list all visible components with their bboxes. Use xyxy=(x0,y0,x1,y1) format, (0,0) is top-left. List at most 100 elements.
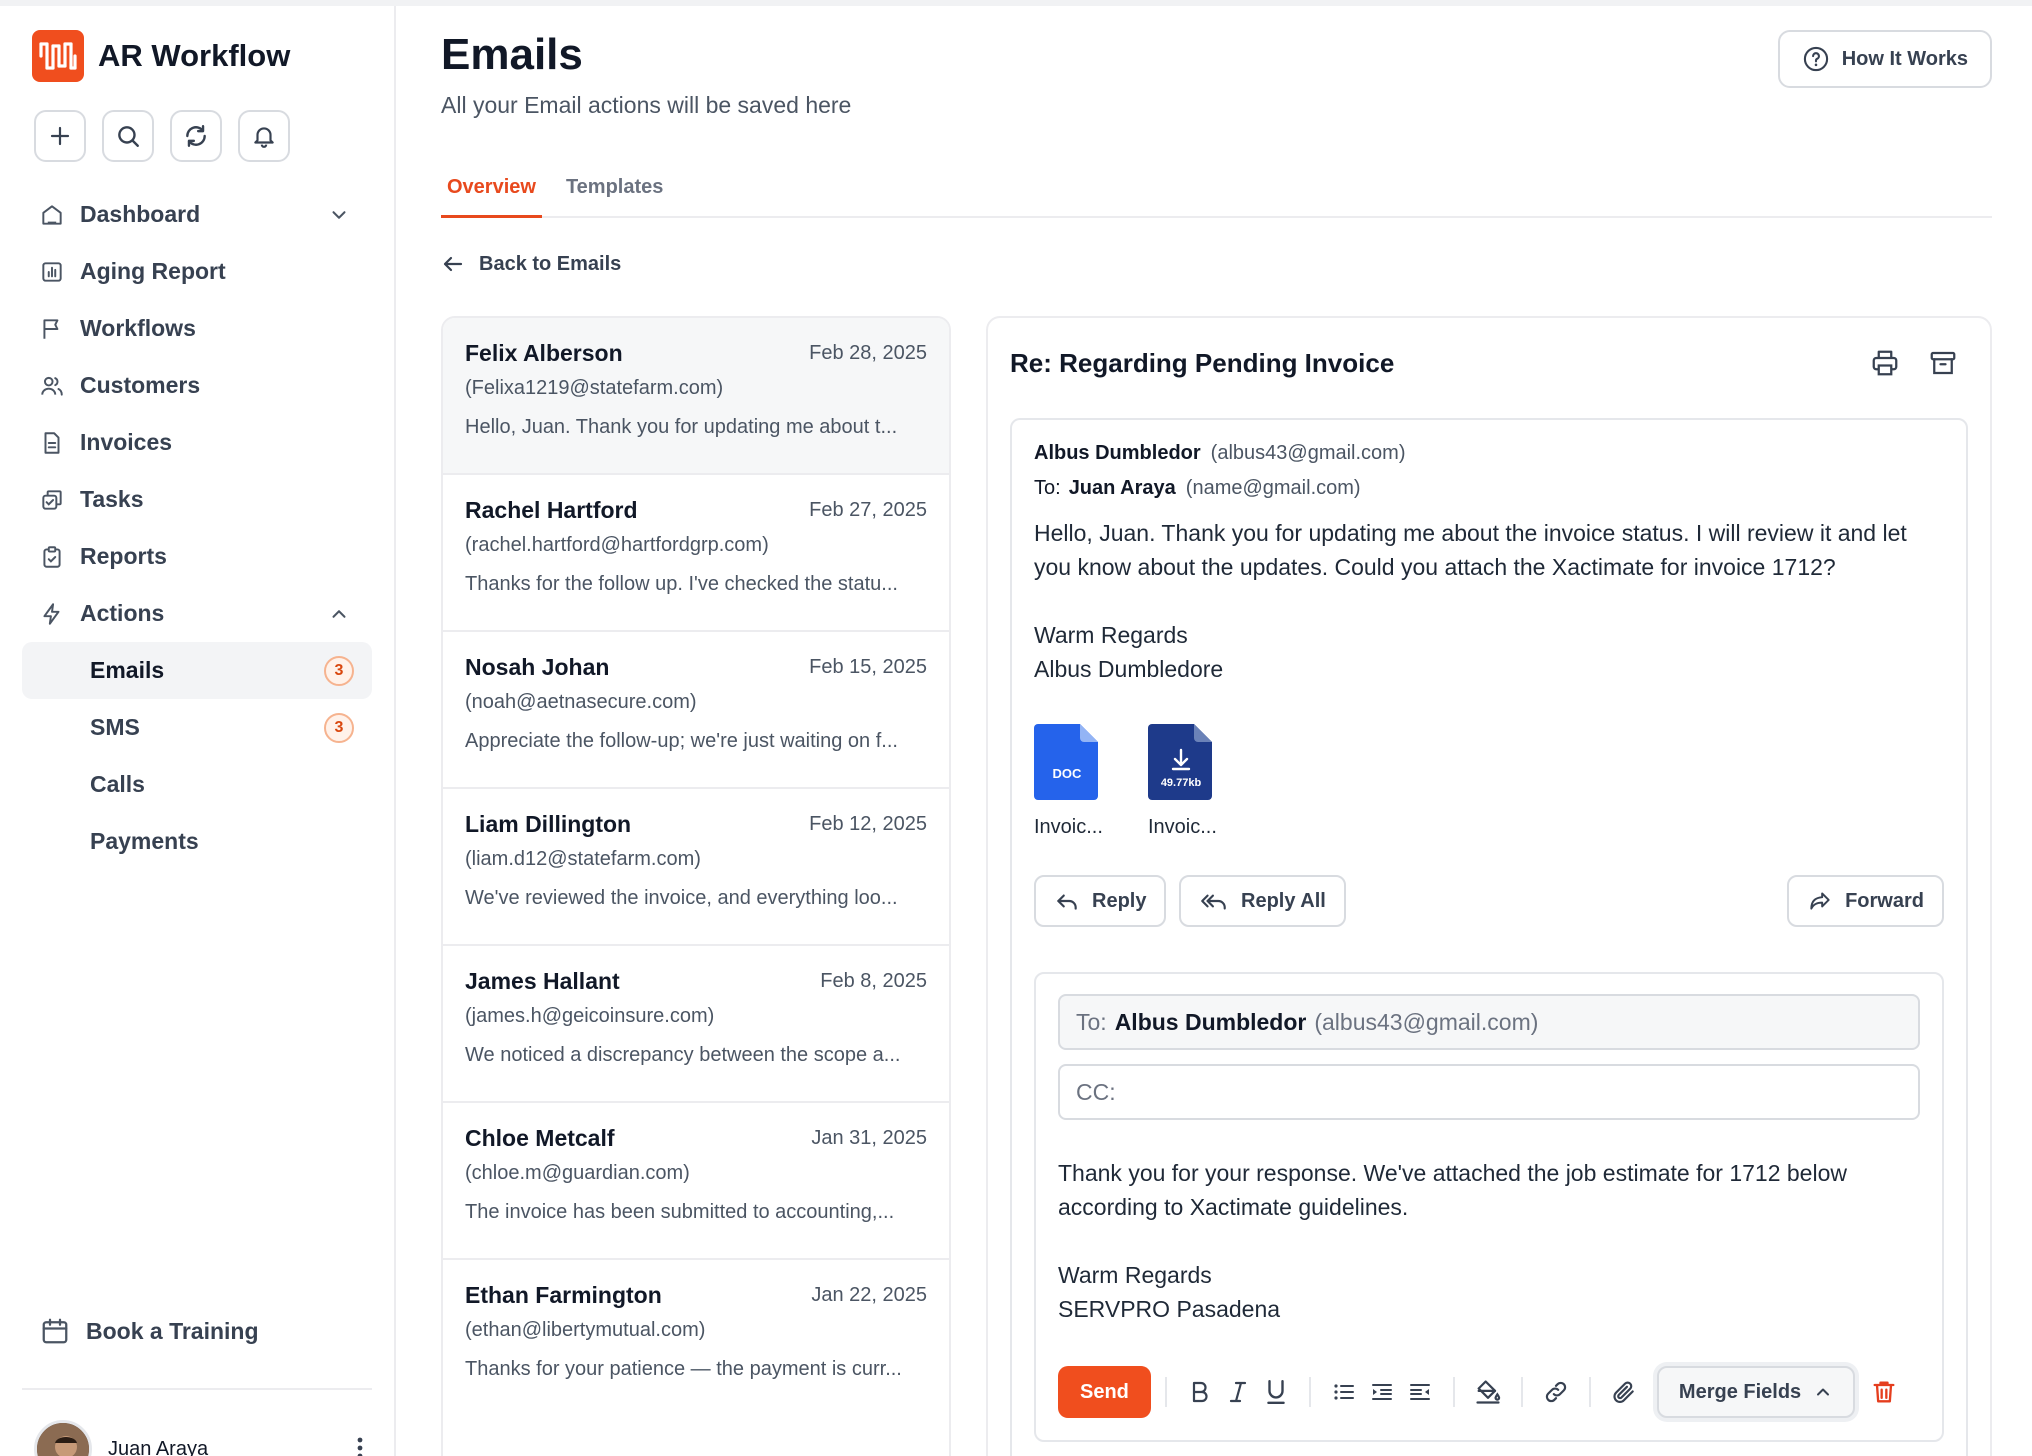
link-button[interactable] xyxy=(1541,1377,1571,1407)
list-item[interactable]: Nosah Johan Feb 15, 2025 (noah@aetnasecu… xyxy=(443,632,949,789)
archive-icon[interactable] xyxy=(1928,348,1958,378)
attachment-doc[interactable]: DOC Invoic... xyxy=(1034,722,1104,839)
document-icon xyxy=(38,429,66,457)
user-name: Juan Araya xyxy=(108,1437,209,1456)
compose-signature-line-1: Warm Regards xyxy=(1058,1262,1212,1288)
bullet-list-button[interactable] xyxy=(1329,1377,1359,1407)
reply-label: Reply xyxy=(1092,889,1147,912)
bold-button[interactable] xyxy=(1185,1377,1215,1407)
download-file-icon: 49.77kb xyxy=(1148,724,1212,800)
tab-templates[interactable]: Templates xyxy=(560,166,669,218)
back-to-emails-link[interactable]: Back to Emails xyxy=(441,252,621,276)
merge-fields-button[interactable]: Merge Fields xyxy=(1656,1366,1856,1418)
user-profile[interactable]: Juan Araya xyxy=(34,1420,208,1456)
italic-button[interactable] xyxy=(1223,1377,1253,1407)
attachment-name: Invoic... xyxy=(1034,816,1103,838)
how-it-works-button[interactable]: How It Works xyxy=(1777,30,1992,88)
bell-icon xyxy=(254,127,274,148)
page-subtitle: All your Email actions will be saved her… xyxy=(441,92,852,118)
attachment-name: Invoic... xyxy=(1148,816,1217,838)
email-snippet: We noticed a discrepancy between the sco… xyxy=(465,1044,901,1066)
email-date: Feb 8, 2025 xyxy=(820,970,927,992)
refresh-button[interactable] xyxy=(170,110,222,162)
book-training-link[interactable]: Book a Training xyxy=(40,1316,259,1346)
tab-overview[interactable]: Overview xyxy=(441,166,542,218)
forward-button[interactable]: Forward xyxy=(1787,875,1944,927)
nav-actions-label: Actions xyxy=(80,600,165,626)
calendar-icon xyxy=(42,1318,68,1344)
outdent-button[interactable] xyxy=(1405,1377,1435,1407)
nav-invoices[interactable]: Invoices xyxy=(22,414,372,471)
send-button[interactable]: Send xyxy=(1058,1366,1151,1418)
compose-signature: Warm Regards SERVPRO Pasadena xyxy=(1058,1258,1920,1326)
merge-fields-label: Merge Fields xyxy=(1678,1380,1802,1403)
cc-field[interactable]: CC: xyxy=(1058,1064,1920,1120)
indent-icon xyxy=(1371,1384,1392,1400)
list-item[interactable]: Liam Dillington Feb 12, 2025 (liam.d12@s… xyxy=(443,789,949,946)
email-date: Jan 22, 2025 xyxy=(811,1284,927,1306)
nav-tasks[interactable]: Tasks xyxy=(22,471,372,528)
trash-icon xyxy=(1873,1381,1895,1403)
reply-composer: To: Albus Dumbledor (albus43@gmail.com) CC… xyxy=(1034,972,1944,1442)
underline-icon xyxy=(1267,1379,1285,1405)
chevron-up-icon xyxy=(1817,1388,1830,1396)
brand[interactable]: AR Workflow xyxy=(32,28,372,84)
print-icon[interactable] xyxy=(1870,348,1900,378)
list-item[interactable]: James Hallant Feb 8, 2025 (james.h@geico… xyxy=(443,946,949,1103)
to-field[interactable]: To: Albus Dumbledor (albus43@gmail.com) xyxy=(1058,994,1920,1050)
refresh-icon xyxy=(186,125,206,147)
nav-aging-report-label: Aging Report xyxy=(80,258,226,284)
nav-reports[interactable]: Reports xyxy=(22,528,372,585)
to-email: (name@gmail.com) xyxy=(1185,477,1361,499)
email-message: Albus Dumbledor (albus43@gmail.com) To: Ju… xyxy=(1010,418,1968,1456)
email-snippet: Appreciate the follow-up; we're just wai… xyxy=(465,730,898,752)
brand-name: AR Workflow xyxy=(98,38,291,73)
chevron-down-icon[interactable] xyxy=(328,204,350,226)
nav-invoices-label: Invoices xyxy=(80,429,173,455)
fill-color-button[interactable] xyxy=(1473,1377,1503,1407)
more-options-button[interactable] xyxy=(356,1436,364,1456)
indent-button[interactable] xyxy=(1367,1377,1397,1407)
nav-emails[interactable]: Emails 3 xyxy=(22,642,372,699)
email-date: Jan 31, 2025 xyxy=(811,1127,927,1149)
toolbar-divider xyxy=(1308,1377,1311,1407)
nav-calls[interactable]: Calls xyxy=(22,756,372,813)
reply-actions: Reply Reply All Forward xyxy=(1034,875,1944,927)
compose-body[interactable]: Thank you for your response. We've attac… xyxy=(1058,1156,1920,1224)
nav-workflows[interactable]: Workflows xyxy=(22,300,372,357)
discard-button[interactable] xyxy=(1870,1377,1898,1407)
list-item[interactable]: Ethan Farmington Jan 22, 2025 (ethan@lib… xyxy=(443,1260,949,1417)
sender-email: (ethan@libertymutual.com) xyxy=(465,1319,706,1341)
notifications-button[interactable] xyxy=(238,110,290,162)
to-name: Juan Araya xyxy=(1068,477,1176,499)
to-label: To: xyxy=(1034,477,1061,499)
nav-aging-report[interactable]: Aging Report xyxy=(22,243,372,300)
attach-button[interactable] xyxy=(1609,1377,1639,1407)
reply-all-button[interactable]: Reply All xyxy=(1179,875,1346,927)
nav-actions[interactable]: Actions xyxy=(22,585,372,642)
quick-actions xyxy=(34,110,372,162)
home-icon xyxy=(38,201,66,229)
underline-button[interactable] xyxy=(1261,1377,1291,1407)
main-nav: Dashboard Aging Report Workflows Custome… xyxy=(22,186,372,870)
nav-dashboard[interactable]: Dashboard xyxy=(22,186,372,243)
reply-button[interactable]: Reply xyxy=(1034,875,1167,927)
add-button[interactable] xyxy=(34,110,86,162)
list-item[interactable]: Rachel Hartford Feb 27, 2025 (rachel.har… xyxy=(443,475,949,632)
emails-count-badge: 3 xyxy=(324,655,354,686)
email-detail-panel: Re: Regarding Pending Invoice Albus Dumb… xyxy=(986,316,1992,1456)
reply-all-label: Reply All xyxy=(1241,889,1326,912)
attachment-download[interactable]: 49.77kb Invoic... xyxy=(1148,722,1218,839)
attachments: DOC Invoic... 49.77kb Invoic... xyxy=(1034,722,1944,839)
signature-line-2: Albus Dumbledore xyxy=(1034,656,1224,682)
tab-bar: Overview Templates xyxy=(441,166,1992,218)
list-item[interactable]: Chloe Metcalf Jan 31, 2025 (chloe.m@guar… xyxy=(443,1103,949,1260)
chevron-up-icon[interactable] xyxy=(328,603,350,625)
email-signature: Warm Regards Albus Dumbledore xyxy=(1034,618,1944,686)
nav-sms[interactable]: SMS 3 xyxy=(22,699,372,756)
nav-customers[interactable]: Customers xyxy=(22,357,372,414)
sender-email: (Felixa1219@statefarm.com) xyxy=(465,377,724,399)
nav-payments[interactable]: Payments xyxy=(22,813,372,870)
list-item[interactable]: Felix Alberson Feb 28, 2025 (Felixa1219@… xyxy=(443,318,949,475)
search-button[interactable] xyxy=(102,110,154,162)
